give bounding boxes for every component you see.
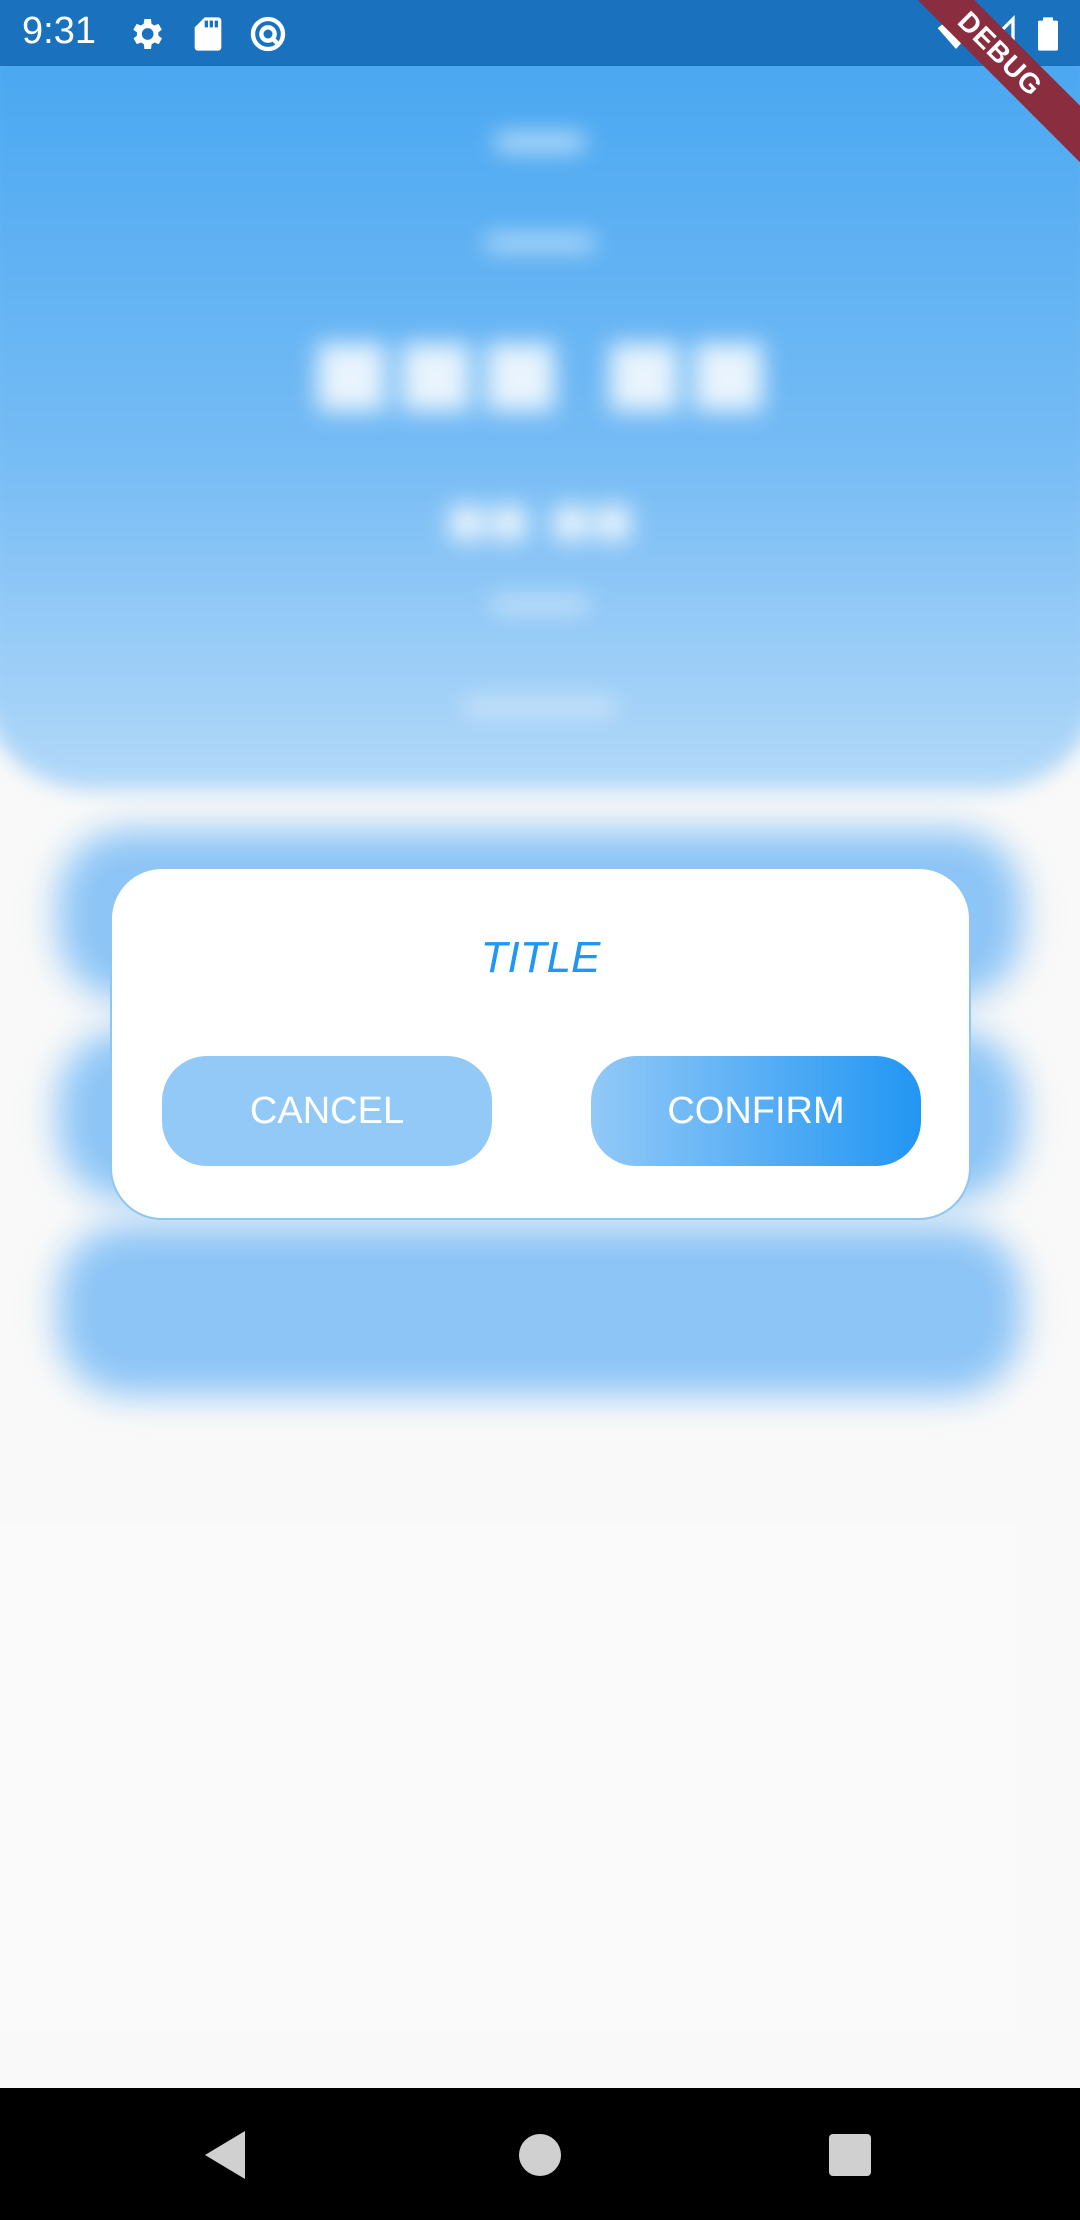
battery-icon — [1038, 17, 1058, 51]
recent-apps-icon[interactable] — [829, 2134, 871, 2176]
navigation-bar — [0, 2088, 1080, 2220]
cancel-button[interactable]: CANCEL — [162, 1056, 492, 1166]
sync-icon — [250, 16, 286, 52]
sd-card-icon — [194, 17, 222, 51]
confirm-button[interactable]: CONFIRM — [591, 1056, 921, 1166]
back-icon[interactable] — [205, 2131, 245, 2179]
status-bar: 9:31 DEBUG — [0, 0, 1080, 175]
dialog-title: TITLE — [480, 933, 601, 982]
status-time: 9:31 — [22, 10, 96, 52]
confirm-dialog: TITLE CANCEL CONFIRM — [110, 867, 971, 1220]
gear-icon — [133, 19, 162, 49]
home-icon[interactable] — [519, 2134, 561, 2176]
